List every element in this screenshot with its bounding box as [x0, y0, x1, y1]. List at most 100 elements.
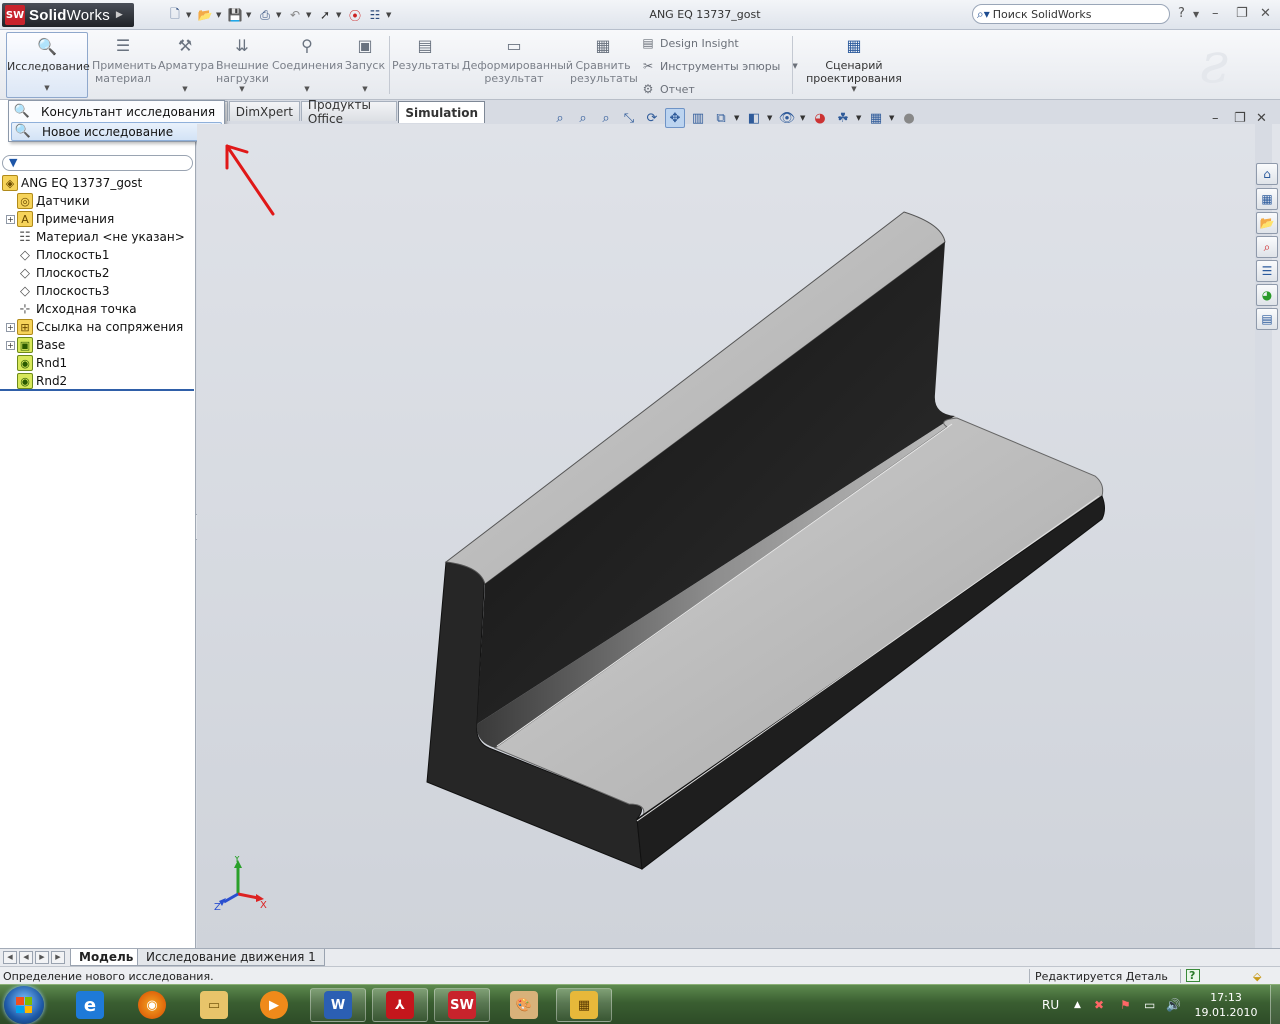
undo-dropdown-icon[interactable]: ▼	[306, 11, 314, 19]
solidworks-resources-icon[interactable]: ⌂	[1256, 163, 1278, 185]
expand-icon[interactable]: +	[6, 214, 15, 224]
language-indicator[interactable]: RU	[1042, 998, 1059, 1012]
plot-tools-button[interactable]: ✂ Инструменты эпюры ▼	[640, 56, 798, 76]
clock[interactable]: 17:13 19.01.2010	[1186, 990, 1266, 1020]
design-scenario-button[interactable]: ▦ Сценарий проектирования ▼	[800, 32, 908, 98]
help-icon[interactable]: ?	[1178, 6, 1185, 21]
zoom-to-fit-icon[interactable]: ⌕	[550, 108, 570, 128]
previous-view-icon[interactable]: ⌕	[596, 108, 616, 128]
view-orientation-dropdown-icon[interactable]: ▼	[734, 114, 741, 122]
tree-filter[interactable]: ▼	[2, 155, 193, 171]
design-library-icon[interactable]: ▦	[1256, 188, 1278, 210]
media-player-icon[interactable]: ▶	[246, 988, 302, 1022]
volume-icon[interactable]: 🔊	[1166, 998, 1181, 1012]
angle-profile-model[interactable]	[197, 124, 1255, 948]
action-center-icon[interactable]: ⚑	[1120, 998, 1131, 1012]
start-button[interactable]	[4, 986, 44, 1024]
tree-item[interactable]: ◉ Rnd2	[6, 372, 67, 390]
expand-icon[interactable]: +	[6, 340, 15, 350]
select-arrow-icon[interactable]: ➚	[316, 6, 334, 24]
network-icon[interactable]: ✖	[1094, 998, 1104, 1012]
tree-item[interactable]: ◇ Плоскость3	[6, 282, 110, 300]
tree-item[interactable]: ◇ Плоскость1	[6, 246, 110, 264]
first-tab-icon[interactable]: ◀	[3, 951, 17, 964]
tree-item[interactable]: ⊹ Исходная точка	[6, 300, 137, 318]
fixtures-button[interactable]: ⚒ Арматура ▼	[158, 32, 214, 98]
view-settings-icon[interactable]: ▦	[866, 108, 886, 128]
view-palette-icon[interactable]: ☰	[1256, 260, 1278, 282]
file-explorer-icon[interactable]: 📂	[1256, 212, 1278, 234]
search-results-icon[interactable]: ⌕	[1256, 236, 1278, 258]
save-dropdown-icon[interactable]: ▼	[246, 11, 254, 19]
print-dropdown-icon[interactable]: ▼	[276, 11, 284, 19]
pan-icon[interactable]: ✥	[665, 108, 685, 128]
zoom-to-area-icon[interactable]: ⌕	[573, 108, 593, 128]
zoom-icon[interactable]: ⤡	[619, 108, 639, 128]
close-icon[interactable]: ✕	[1260, 6, 1271, 21]
paint-icon[interactable]: 🎨	[496, 988, 552, 1022]
scene-icon[interactable]: ☘	[833, 108, 853, 128]
doc-restore-icon[interactable]: ❐	[1234, 111, 1246, 126]
rebuild-traffic-light-icon[interactable]: ⦿	[346, 6, 364, 24]
study-button[interactable]: 🔍 Исследование ▼	[6, 32, 90, 98]
help-status-icon[interactable]: ?	[1186, 969, 1200, 982]
select-dropdown-icon[interactable]: ▼	[336, 11, 344, 19]
tab-office-products[interactable]: Продукты Office	[300, 98, 398, 126]
tab-model[interactable]: Модель	[70, 949, 143, 966]
word-icon[interactable]: W	[310, 988, 366, 1022]
expand-icon[interactable]: +	[6, 322, 15, 332]
help-dropdown-icon[interactable]: ▼	[1193, 10, 1199, 19]
file-properties-icon[interactable]: ☷	[366, 6, 384, 24]
view-orientation-icon[interactable]: ⧉	[711, 108, 731, 128]
tree-root-part[interactable]: ◈ ANG EQ 13737_gost	[2, 174, 142, 192]
tree-item[interactable]: + A Примечания	[6, 210, 114, 228]
tab-motion-study[interactable]: Исследование движения 1	[137, 949, 325, 966]
open-folder-icon[interactable]: 📂	[196, 6, 214, 24]
tree-item[interactable]: ☷ Материал <не указан>	[6, 228, 185, 246]
next-tab-icon[interactable]: ▶	[35, 951, 49, 964]
deformed-result-button[interactable]: ▭ Деформированный результат	[462, 32, 573, 98]
restore-icon[interactable]: ❐	[1236, 6, 1248, 21]
report-button[interactable]: ⚙ Отчет	[640, 79, 695, 99]
custom-properties-icon[interactable]: ▤	[1256, 308, 1278, 330]
doc-close-icon[interactable]: ✕	[1256, 111, 1267, 126]
rebuild-tag-icon[interactable]: ⬙	[1250, 968, 1261, 984]
display-style-dropdown-icon[interactable]: ▼	[767, 114, 774, 122]
rotate-icon[interactable]: ⟳	[642, 108, 662, 128]
tree-item[interactable]: ◎ Датчики	[6, 192, 90, 210]
internet-explorer-icon[interactable]: e	[62, 988, 118, 1022]
last-tab-icon[interactable]: ▶	[51, 951, 65, 964]
graphics-area[interactable]	[197, 124, 1255, 948]
properties-dropdown-icon[interactable]: ▼	[386, 11, 394, 19]
appearance-icon[interactable]: ◕	[810, 108, 830, 128]
external-loads-button[interactable]: ⇊ Внешние нагрузки ▼	[216, 32, 269, 98]
appearances-scenes-icon[interactable]: ◕	[1256, 284, 1278, 306]
hide-show-dropdown-icon[interactable]: ▼	[800, 114, 807, 122]
minimize-icon[interactable]: –	[1212, 6, 1219, 21]
menu-item-new-study[interactable]: 🔍 Новое исследование	[11, 122, 222, 141]
explorer-icon[interactable]: ▭	[186, 988, 242, 1022]
new-dropdown-icon[interactable]: ▼	[186, 11, 194, 19]
results-button[interactable]: ▤ Результаты	[392, 32, 460, 98]
section-view-icon[interactable]: ▥	[688, 108, 708, 128]
print-icon[interactable]: ⎙	[256, 6, 274, 24]
search-box[interactable]: ⌕▾ Поиск SolidWorks	[972, 4, 1170, 24]
acrobat-icon[interactable]: ⅄	[372, 988, 428, 1022]
tree-item[interactable]: ◇ Плоскость2	[6, 264, 110, 282]
scene-dropdown-icon[interactable]: ▼	[856, 114, 863, 122]
realview-icon[interactable]: ●	[899, 108, 919, 128]
new-document-icon[interactable]: 🗋	[166, 6, 184, 24]
display-style-icon[interactable]: ◧	[744, 108, 764, 128]
connections-button[interactable]: ⚲ Соединения ▼	[272, 32, 343, 98]
compare-results-button[interactable]: ▦ Сравнить результаты	[570, 32, 638, 98]
menu-item-study-advisor[interactable]: 🔍 Консультант исследования	[11, 102, 222, 121]
tree-item[interactable]: + ▣ Base	[6, 336, 65, 354]
solidworks-menu-button[interactable]: SW SolidWorks ▶	[2, 3, 134, 27]
apply-material-button[interactable]: ☰ Применить материал	[92, 32, 157, 98]
view-settings-dropdown-icon[interactable]: ▼	[889, 114, 896, 122]
run-button[interactable]: ▣ Запуск ▼	[344, 32, 386, 98]
power-icon[interactable]: ▭	[1144, 998, 1155, 1012]
hide-show-icon[interactable]: 👁	[777, 108, 797, 128]
save-icon[interactable]: 💾	[226, 6, 244, 24]
open-dropdown-icon[interactable]: ▼	[216, 11, 224, 19]
